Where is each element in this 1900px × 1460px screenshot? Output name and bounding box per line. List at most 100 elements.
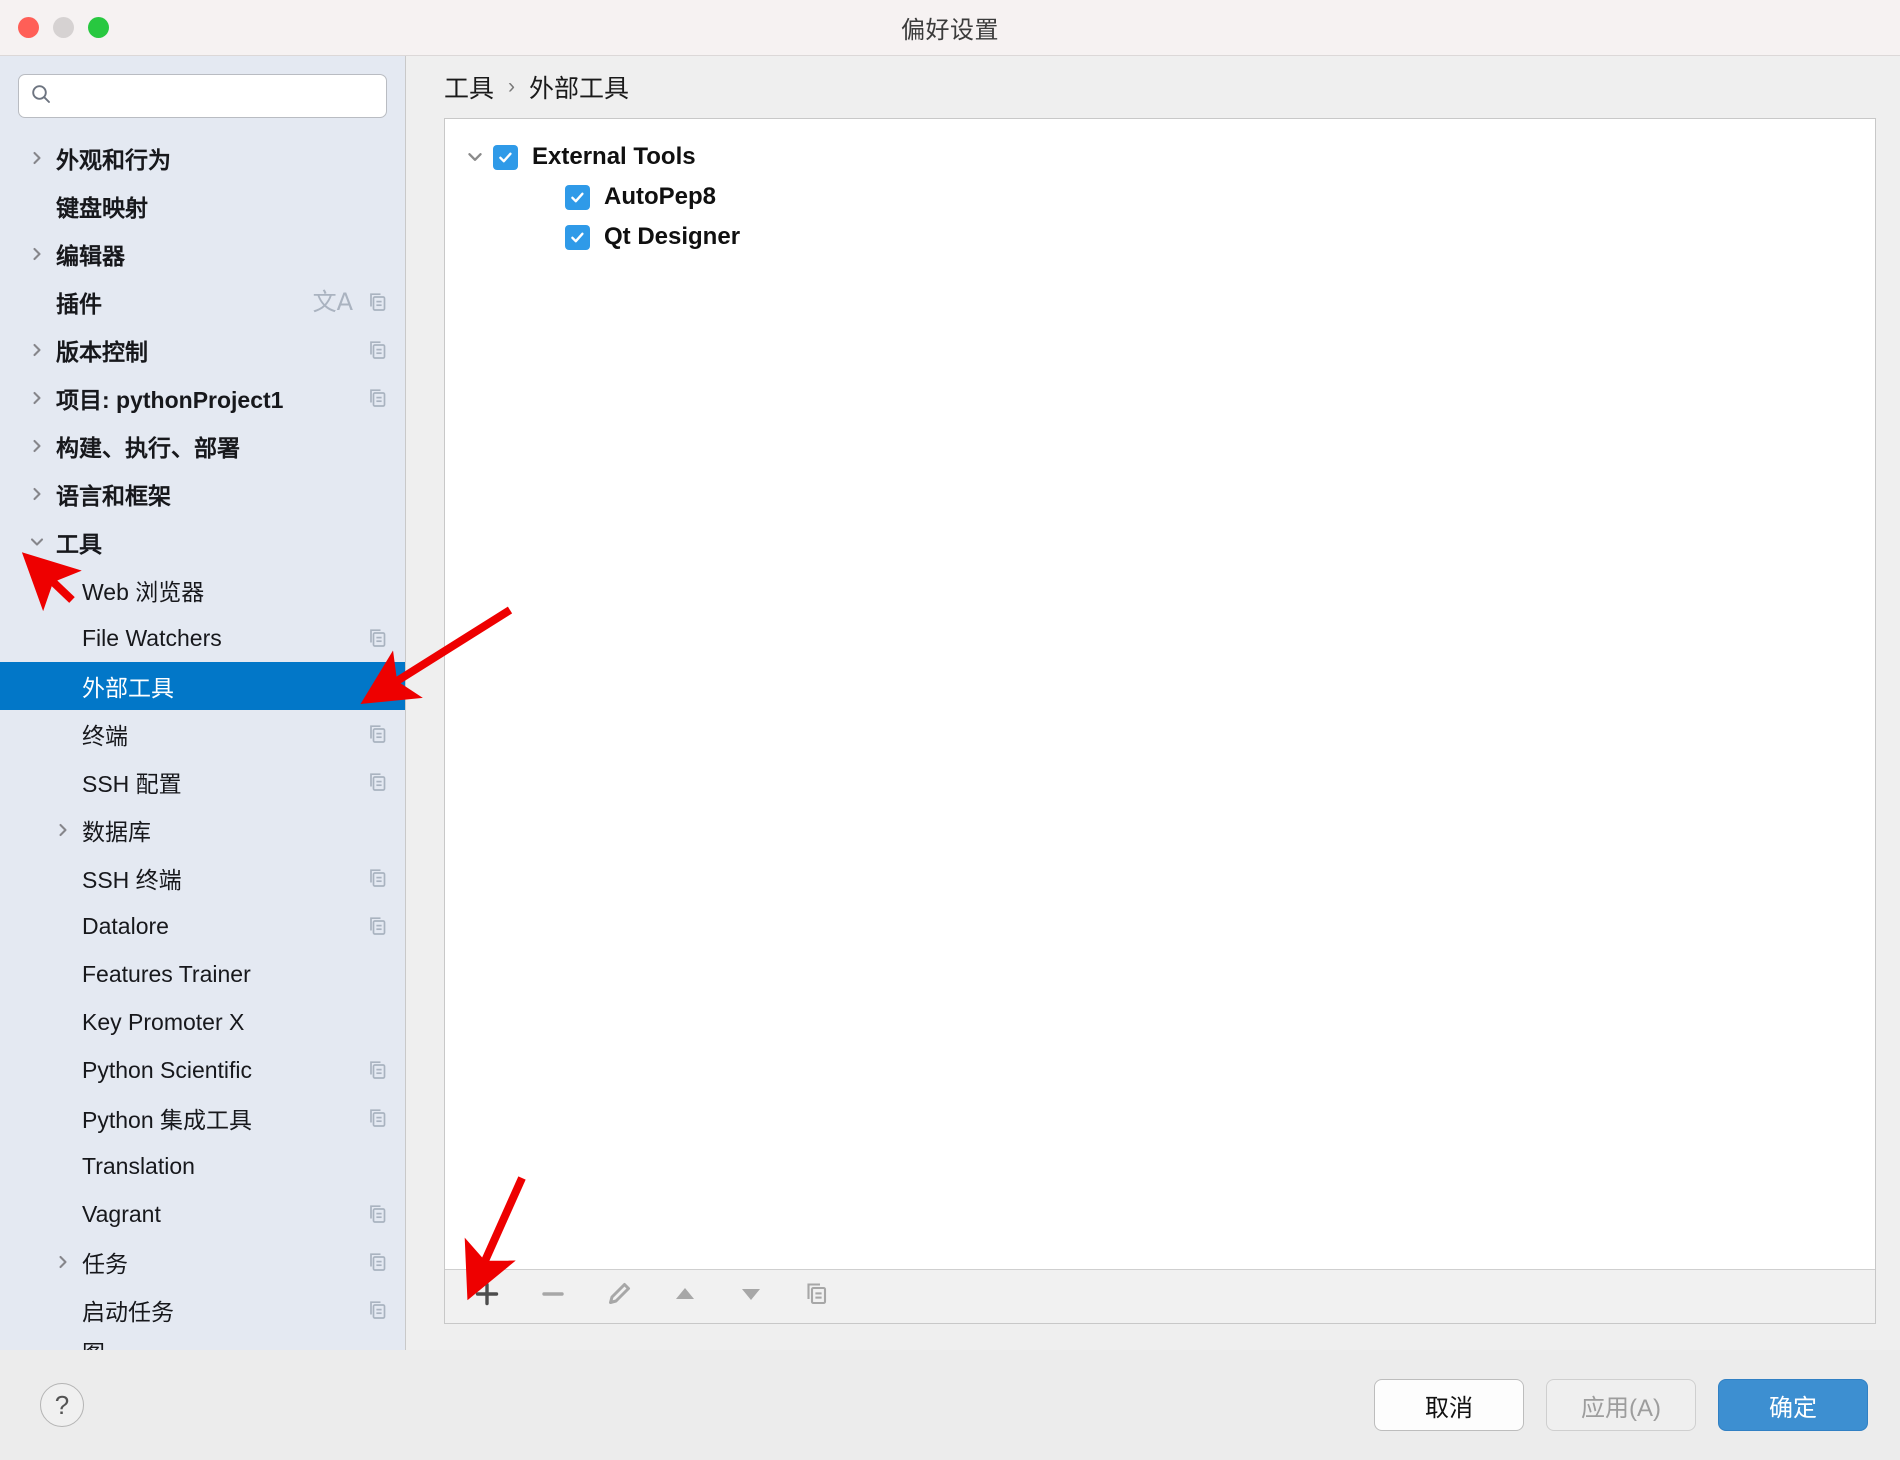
settings-tree: 外观和行为键盘映射编辑器插件 文A 版本控制项目: pythonProject1 构建…: [0, 134, 405, 1350]
translate-icon[interactable]: 文A: [313, 290, 353, 314]
sidebar-item-label: 语言和框架: [56, 483, 171, 509]
sidebar-item-7[interactable]: 语言和框架: [0, 470, 405, 518]
copy-icon[interactable]: [367, 867, 389, 889]
sidebar-item-21[interactable]: Translation: [0, 1142, 405, 1190]
copy-icon[interactable]: [367, 771, 389, 793]
copy-button[interactable]: [795, 1277, 839, 1317]
sidebar-item-18[interactable]: Key Promoter X: [0, 998, 405, 1046]
copy-icon[interactable]: [367, 1107, 389, 1129]
chevron-right-icon[interactable]: [22, 245, 52, 263]
ok-button[interactable]: 确定: [1718, 1379, 1868, 1431]
sidebar-item-25[interactable]: 图: [0, 1334, 405, 1350]
sidebar-item-12[interactable]: 终端: [0, 710, 405, 758]
breadcrumb: 工具 › 外部工具: [406, 56, 1900, 118]
sidebar-item-trailing-icons: [367, 1203, 389, 1225]
sidebar-item-trailing-icons: 文A: [313, 290, 389, 314]
breadcrumb-parent[interactable]: 工具: [444, 69, 494, 105]
tool-checkbox[interactable]: [493, 144, 518, 170]
add-button[interactable]: [465, 1277, 509, 1317]
chevron-right-icon[interactable]: [22, 389, 52, 407]
search-input[interactable]: [61, 85, 376, 107]
sidebar-item-13[interactable]: SSH 配置: [0, 758, 405, 806]
tool-tree-label: AutoPep8: [604, 183, 717, 210]
move-up-button[interactable]: [663, 1277, 707, 1317]
edit-button[interactable]: [597, 1277, 641, 1317]
sidebar-item-11[interactable]: 外部工具: [0, 662, 405, 710]
copy-icon[interactable]: [367, 339, 389, 361]
sidebar-item-6[interactable]: 构建、执行、部署: [0, 422, 405, 470]
preferences-window: 偏好设置 外观和行为 键盘映射 编辑器 插件 文A 版本控制 项目: pythonProje…: [0, 0, 1900, 1460]
sidebar-item-label: 构建、执行、部署: [56, 435, 240, 461]
sidebar-item-19[interactable]: Python Scientific: [0, 1046, 405, 1094]
sidebar-item-label: 图: [82, 1334, 105, 1350]
search-container: [0, 74, 405, 134]
sidebar-item-label: 工具: [56, 531, 102, 557]
remove-button[interactable]: [531, 1277, 575, 1317]
arrow-up-icon: [670, 1279, 700, 1314]
copy-icon[interactable]: [367, 1299, 389, 1321]
sidebar-item-8[interactable]: 工具: [0, 518, 405, 566]
chevron-down-icon[interactable]: [457, 147, 493, 167]
chevron-right-icon[interactable]: [48, 821, 78, 839]
sidebar-item-15[interactable]: SSH 终端: [0, 854, 405, 902]
sidebar-item-trailing-icons: [367, 1299, 389, 1321]
copy-icon[interactable]: [367, 1059, 389, 1081]
sidebar-item-label: 外观和行为: [56, 147, 171, 173]
external-tools-tree: External Tools AutoPep8 Qt Designer: [445, 119, 1875, 1269]
copy-icon[interactable]: [367, 1203, 389, 1225]
copy-icon[interactable]: [367, 915, 389, 937]
sidebar-item-0[interactable]: 外观和行为: [0, 134, 405, 182]
tool-tree-row[interactable]: External Tools: [445, 137, 1875, 177]
sidebar-item-label: Python Scientific: [82, 1056, 253, 1083]
search-box[interactable]: [18, 74, 387, 118]
sidebar-item-5[interactable]: 项目: pythonProject1: [0, 374, 405, 422]
tool-checkbox[interactable]: [565, 224, 590, 250]
chevron-right-icon[interactable]: [22, 485, 52, 503]
copy-icon[interactable]: [367, 723, 389, 745]
sidebar-item-label: Datalore: [82, 912, 169, 939]
sidebar-item-10[interactable]: File Watchers: [0, 614, 405, 662]
sidebar-item-4[interactable]: 版本控制: [0, 326, 405, 374]
apply-button[interactable]: 应用(A): [1546, 1379, 1696, 1431]
chevron-right-icon[interactable]: [22, 437, 52, 455]
chevron-right-icon[interactable]: [22, 149, 52, 167]
sidebar-item-23[interactable]: 任务: [0, 1238, 405, 1286]
copy-icon[interactable]: [367, 627, 389, 649]
sidebar-item-label: Vagrant: [82, 1200, 161, 1227]
help-button[interactable]: ?: [40, 1383, 84, 1427]
move-down-button[interactable]: [729, 1277, 773, 1317]
sidebar-item-label: File Watchers: [82, 624, 222, 651]
chevron-right-icon[interactable]: [22, 341, 52, 359]
sidebar-item-16[interactable]: Datalore: [0, 902, 405, 950]
sidebar-item-9[interactable]: Web 浏览器: [0, 566, 405, 614]
pencil-icon: [604, 1279, 634, 1314]
sidebar-item-trailing-icons: [367, 1251, 389, 1273]
cancel-button[interactable]: 取消: [1374, 1379, 1524, 1431]
sidebar-item-label: 项目: pythonProject1: [56, 387, 284, 413]
tool-tree-row[interactable]: AutoPep8: [445, 177, 1875, 217]
tool-tree-row[interactable]: Qt Designer: [445, 217, 1875, 257]
tool-checkbox[interactable]: [565, 184, 590, 210]
copy-icon[interactable]: [367, 1251, 389, 1273]
chevron-down-icon[interactable]: [22, 533, 52, 551]
sidebar-item-17[interactable]: Features Trainer: [0, 950, 405, 998]
sidebar-item-3[interactable]: 插件 文A: [0, 278, 405, 326]
sidebar-item-label: 启动任务: [82, 1299, 174, 1325]
sidebar-item-2[interactable]: 编辑器: [0, 230, 405, 278]
sidebar-item-label: 编辑器: [56, 243, 125, 269]
sidebar-item-label: Python 集成工具: [82, 1107, 252, 1133]
sidebar-item-22[interactable]: Vagrant: [0, 1190, 405, 1238]
sidebar-item-24[interactable]: 启动任务: [0, 1286, 405, 1334]
sidebar-item-20[interactable]: Python 集成工具: [0, 1094, 405, 1142]
external-tools-panel: External Tools AutoPep8 Qt Designer: [444, 118, 1876, 1324]
copy-icon[interactable]: [367, 387, 389, 409]
sidebar-item-1[interactable]: 键盘映射: [0, 182, 405, 230]
sidebar-item-label: Features Trainer: [82, 960, 251, 987]
sidebar-item-label: 任务: [82, 1251, 128, 1277]
external-tools-toolbar: [445, 1269, 1875, 1323]
copy-icon[interactable]: [367, 291, 389, 313]
sidebar-item-trailing-icons: [367, 1059, 389, 1081]
settings-sidebar: 外观和行为键盘映射编辑器插件 文A 版本控制项目: pythonProject1 构建…: [0, 56, 406, 1350]
sidebar-item-14[interactable]: 数据库: [0, 806, 405, 854]
chevron-right-icon[interactable]: [48, 1253, 78, 1271]
